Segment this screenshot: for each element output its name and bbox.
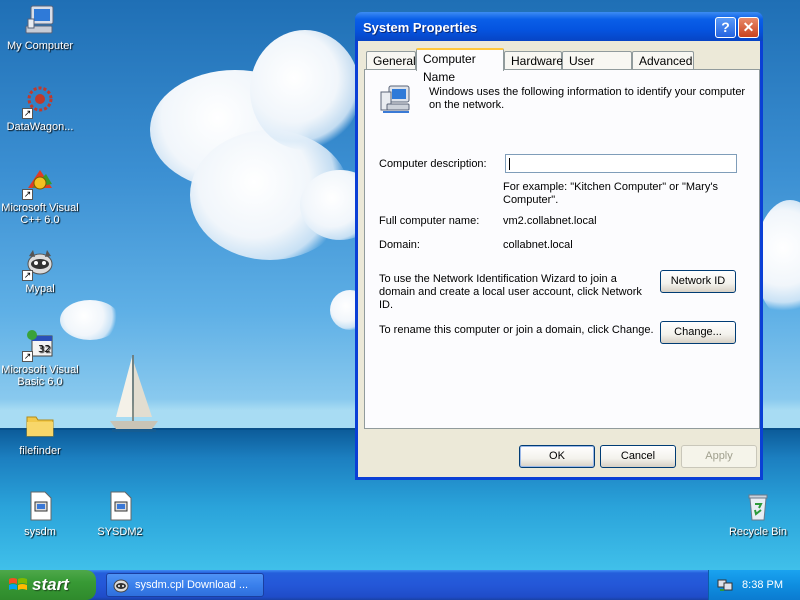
shortcut-arrow-icon: ↗ [22,108,33,119]
taskbar: start sysdm.cpl Download ... 8:38 PM [0,570,800,600]
visual-cpp-icon: ↗ [22,166,56,200]
change-button[interactable]: Change... [660,321,736,344]
full-name-value: vm2.collabnet.local [503,215,597,227]
full-name-label: Full computer name: [379,215,480,227]
taskbar-button-sysdm-download[interactable]: sysdm.cpl Download ... [106,573,264,597]
help-icon: ? [721,19,730,35]
apply-button[interactable]: Apply [681,445,757,468]
desktop-icon-filefinder[interactable]: filefinder [0,409,80,457]
visual-basic-icon: 32 ↗ [22,328,56,362]
tab-hardware[interactable]: Hardware [504,51,563,70]
desktop-icon-recycle-bin[interactable]: Recycle Bin [718,490,798,538]
domain-value: collabnet.local [503,239,573,251]
close-button[interactable]: ✕ [738,17,759,38]
network-id-text: To use the Network Identification Wizard… [379,273,642,311]
close-icon: ✕ [742,19,755,35]
desktop-icon-sysdm[interactable]: sysdm [0,490,80,538]
cpl-file-icon [104,490,136,522]
tab-user-profiles[interactable]: User Profiles [562,51,632,86]
my-computer-icon [24,4,56,36]
network-tray-icon[interactable] [717,577,733,593]
window-title: System Properties [363,20,478,35]
desktop-icon-my-computer[interactable]: My Computer [0,4,80,52]
shortcut-arrow-icon: ↗ [22,270,33,281]
intro-text: Windows uses the following information t… [429,86,746,111]
shortcut-arrow-icon: ↗ [22,189,33,200]
svg-text:32: 32 [38,344,51,355]
system-tray: 8:38 PM [708,570,800,600]
folder-icon [24,409,56,441]
domain-label: Domain: [379,239,420,251]
windows-logo-icon [9,578,27,590]
tab-general[interactable]: General [366,51,416,70]
cancel-button[interactable]: Cancel [600,445,676,468]
computer-name-panel: Windows uses the following information t… [364,69,760,429]
cloud-decoration [250,30,360,150]
start-label: start [32,575,69,594]
mypal-icon: ↗ [22,247,56,281]
mypal-icon [113,579,129,593]
tab-computer-name[interactable]: Computer Name [416,48,504,84]
recycle-bin-icon [742,490,774,522]
desktop-icon-visual-cpp[interactable]: ↗ Microsoft Visual C++ 6.0 [0,166,80,226]
window-titlebar[interactable]: System Properties ? ✕ [355,12,763,41]
desktop-icon-visual-basic[interactable]: 32 ↗ Microsoft Visual Basic 6.0 [0,328,80,388]
text-caret [509,158,510,170]
clock[interactable]: 8:38 PM [742,579,783,591]
start-button[interactable]: start [0,570,96,600]
dialog-client-area: General Computer Name Hardware User Prof… [358,41,760,477]
network-id-button[interactable]: Network ID [660,270,736,293]
change-text: To rename this computer or join a domain… [379,324,654,336]
sailboat-image [110,355,158,432]
desktop-icon-mypal[interactable]: ↗ Mypal [0,247,80,295]
tab-advanced[interactable]: Advanced [632,51,694,70]
network-computer-icon [379,82,413,116]
system-properties-window: System Properties ? ✕ General Computer N… [355,12,763,480]
computer-description-input[interactable] [505,154,737,173]
description-example: For example: "Kitchen Computer" or "Mary… [503,181,718,206]
shortcut-arrow-icon: ↗ [22,351,33,362]
ok-button[interactable]: OK [519,445,595,468]
taskbar-button-label: sysdm.cpl Download ... [135,579,249,591]
cpl-file-icon [24,490,56,522]
desktop-icon-sysdm2[interactable]: SYSDM2 [80,490,160,538]
datawagon-icon: ↗ [22,85,56,119]
description-label: Computer description: [379,158,487,170]
desktop-icon-datawagon[interactable]: ↗ DataWagon... [0,85,80,133]
help-button[interactable]: ? [715,17,736,38]
